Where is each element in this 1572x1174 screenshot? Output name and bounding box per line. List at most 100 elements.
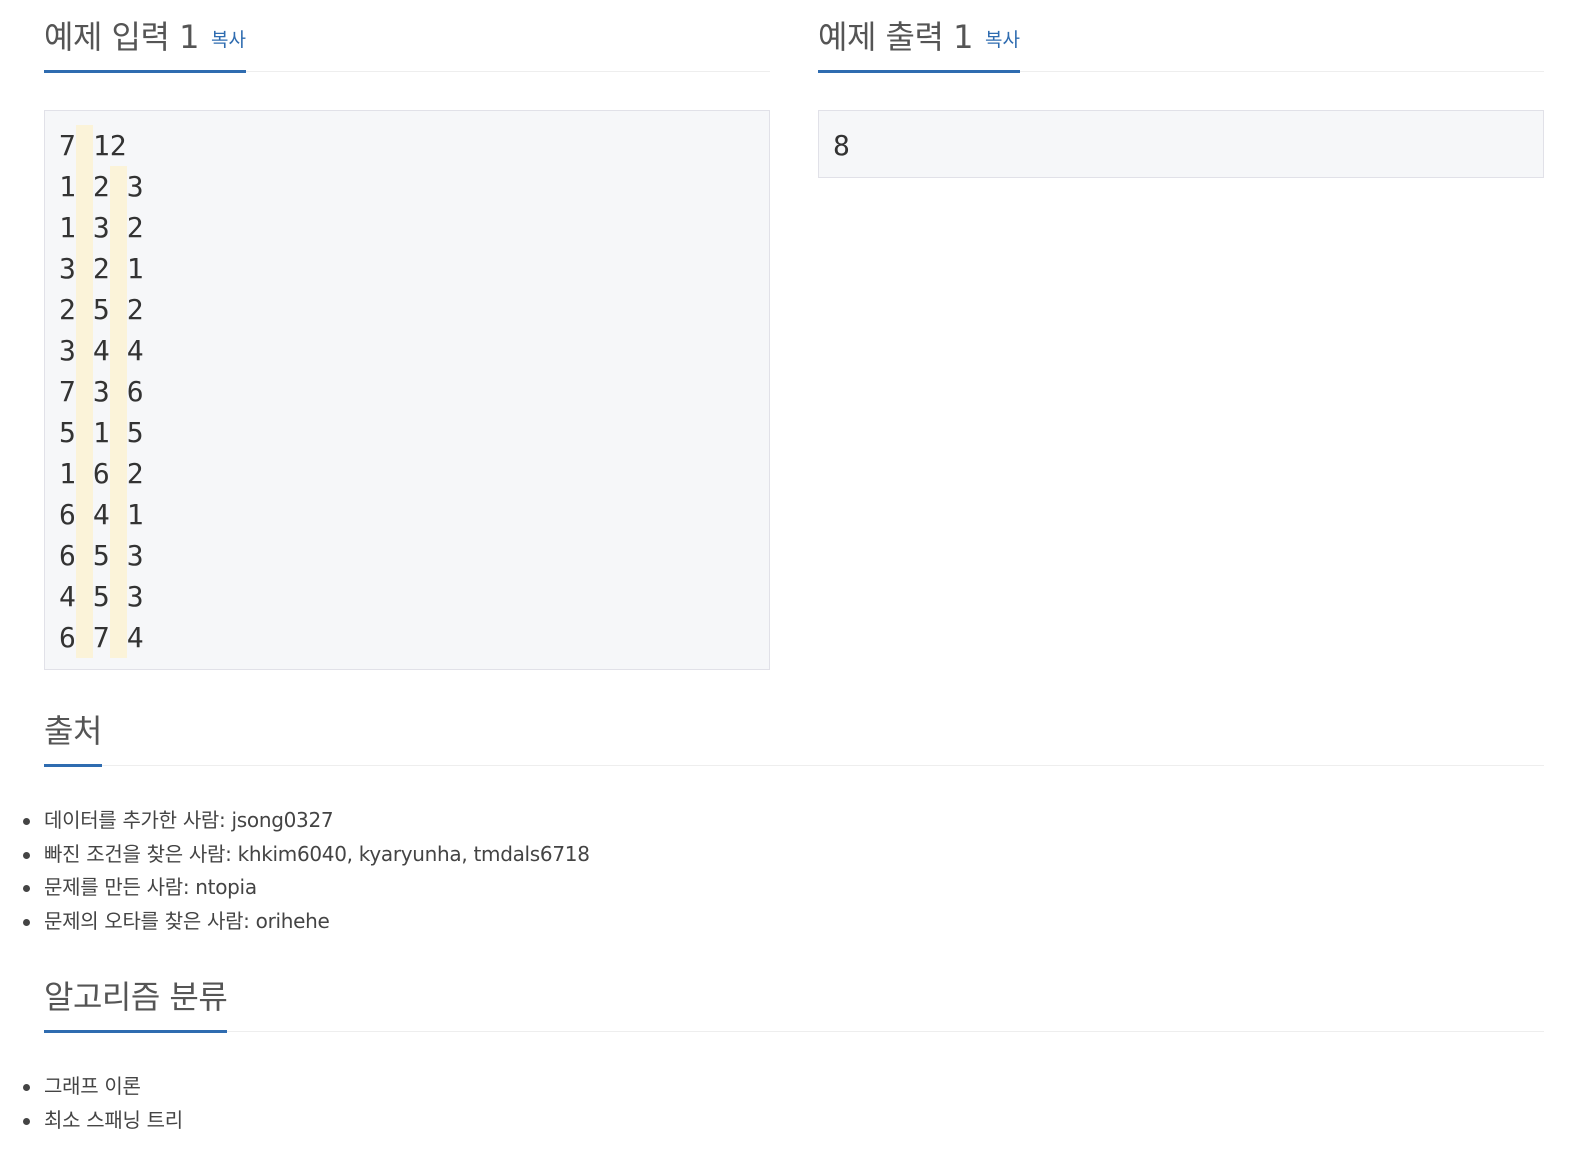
copy-output-button[interactable]: 복사 [985,25,1020,52]
sample-token: 6 [126,375,144,408]
space-highlight [109,453,127,494]
sample-token: 1 [92,416,110,449]
space-highlight [75,412,93,453]
space-highlight [75,494,93,535]
space-highlight [75,207,93,248]
sample-token: 3 [92,375,110,408]
space-highlight [75,125,93,166]
space-highlight [109,166,127,207]
sample-token: 6 [59,621,76,654]
space-highlight [109,289,127,330]
sample-token: 4 [126,334,144,367]
algorithm-title-wrap: 알고리즘 분류 [44,961,228,1033]
space-highlight [109,330,127,371]
sample-token: 3 [59,252,76,285]
sample-input-line: 132 [59,207,769,248]
sample-token: 7 [92,621,110,654]
algorithm-list: 그래프 이론 최소 스패닝 트리 [23,1070,183,1138]
algorithm-title: 알고리즘 분류 [44,978,228,1016]
space-highlight [75,166,93,207]
space-highlight [75,617,93,658]
sample-output-title: 예제 출력 1 [818,18,973,56]
space-highlight [109,617,127,658]
sample-input-line: 252 [59,289,769,330]
sample-token: 5 [126,416,144,449]
source-item: 문제의 오타를 찾은 사람: orihehe [23,905,590,939]
sample-token: 6 [92,457,110,490]
sample-token: 5 [92,580,110,613]
space-highlight [109,207,127,248]
sample-token: 6 [59,539,76,572]
space-highlight [109,576,127,617]
source-item: 데이터를 추가한 사람: jsong0327 [23,804,590,838]
sample-input-line: 515 [59,412,769,453]
source-list: 데이터를 추가한 사람: jsong0327 빠진 조건을 찾은 사람: khk… [23,804,590,939]
sample-token: 5 [92,293,110,326]
sample-input-line: 344 [59,330,769,371]
sample-input-line: 123 [59,166,769,207]
sample-token: 4 [92,498,110,531]
sample-token: 8 [833,129,850,162]
sample-token: 3 [92,211,110,244]
source-item: 빠진 조건을 찾은 사람: khkim6040, kyaryunha, tmda… [23,838,590,872]
sample-token: 5 [92,539,110,572]
sample-input-title: 예제 입력 1 [44,18,199,56]
sample-input-header: 예제 입력 1 복사 [44,0,770,73]
space-highlight [109,371,127,412]
sample-token: 6 [59,498,76,531]
sample-token: 1 [59,457,76,490]
sample-token: 2 [126,457,144,490]
sample-input-line: 7 12 [59,125,769,166]
sample-token: 3 [59,334,76,367]
problem-page: 예제 입력 1 복사 예제 출력 1 복사 7 12 1 2 3 1 3 2 3 2 1 2 5 2 3 4 4… [0,0,1572,1174]
sample-token: 2 [92,252,110,285]
sample-input-line: 674 [59,617,769,658]
sample-token: 3 [126,539,144,572]
space-highlight [75,453,93,494]
space-highlight [75,248,93,289]
sample-output-box[interactable]: 8 [818,110,1544,178]
source-title-wrap: 출처 [44,695,102,767]
sample-token: 2 [126,293,144,326]
space-highlight [75,535,93,576]
sample-input-line: 321 [59,248,769,289]
sample-token: 1 [59,170,76,203]
sample-output-header: 예제 출력 1 복사 [818,0,1544,73]
sample-token: 4 [92,334,110,367]
space-highlight [75,289,93,330]
source-item: 문제를 만든 사람: ntopia [23,871,590,905]
sample-token: 1 [126,252,144,285]
sample-token: 12 [92,129,127,162]
sample-input-line: 736 [59,371,769,412]
space-highlight [109,535,127,576]
sample-input-line: 162 [59,453,769,494]
sample-token: 4 [59,580,76,613]
sample-token: 1 [59,211,76,244]
sample-output-title-wrap: 예제 출력 1 복사 [818,1,1020,73]
space-highlight [75,330,93,371]
sample-token: 5 [59,416,76,449]
space-highlight [75,576,93,617]
copy-input-button[interactable]: 복사 [211,25,246,52]
sample-input-line: 641 [59,494,769,535]
sample-output-line: 8 [833,125,1543,166]
sample-token: 7 [59,375,76,408]
algorithm-tag-link[interactable]: 최소 스패닝 트리 [23,1104,183,1138]
algorithm-header: 알고리즘 분류 [44,960,1544,1033]
sample-input-box[interactable]: 7 12 1 2 3 1 3 2 3 2 1 2 5 2 3 4 4 7 3 6 5 1 5 1 6 2 6 4 1 6 5 3 4 5 3 6 7 4 [44,110,770,670]
sample-token: 2 [92,170,110,203]
sample-token: 3 [126,580,144,613]
sample-token: 3 [126,170,144,203]
sample-token: 1 [126,498,144,531]
sample-input-line: 653 [59,535,769,576]
space-highlight [109,248,127,289]
space-highlight [109,412,127,453]
sample-token: 2 [59,293,76,326]
sample-token: 7 [59,129,76,162]
sample-token: 4 [126,621,144,654]
source-title: 출처 [44,712,102,750]
space-highlight [109,494,127,535]
sample-token: 2 [126,211,144,244]
sample-input-line: 453 [59,576,769,617]
algorithm-tag-link[interactable]: 그래프 이론 [23,1070,183,1104]
